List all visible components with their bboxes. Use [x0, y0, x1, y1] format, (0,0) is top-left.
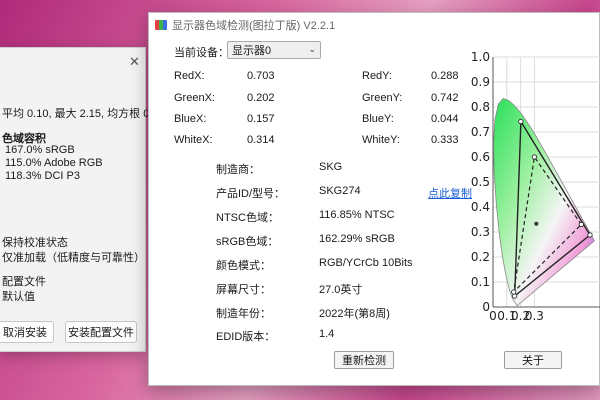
y-tick-label: 0.3 — [471, 225, 490, 239]
close-icon[interactable]: ✕ — [129, 54, 140, 70]
gamut-item-adobe: 115.0% Adobe RGB — [5, 157, 103, 169]
manufacturer-label: 制造商： — [216, 164, 260, 176]
red-y-value: 0.288 — [431, 70, 459, 82]
blue-x-label: BlueX: — [174, 113, 207, 125]
device-select-value: 显示器0 — [232, 45, 272, 57]
current-device-label: 当前设备： — [174, 47, 229, 59]
blue-y-label: BlueY: — [362, 113, 394, 125]
y-tick-label: 0.1 — [471, 275, 490, 289]
color-mode-label: 颜色模式： — [216, 260, 271, 272]
white-x-label: WhiteX: — [174, 134, 213, 146]
green-y-value: 0.742 — [431, 92, 459, 104]
srgb-label: sRGB色域： — [216, 236, 279, 248]
x-tick-label: 0.3 — [525, 309, 544, 323]
manufacture-year-value: 2022年(第8周) — [319, 308, 390, 320]
model-value: SKG274 — [319, 185, 361, 197]
copy-link[interactable]: 点此复制 — [428, 185, 472, 201]
y-tick-label: 0.9 — [471, 75, 490, 89]
cancel-install-button[interactable]: 取消安装 — [0, 321, 54, 343]
gamut-item-dcip3: 118.3% DCI P3 — [5, 170, 81, 182]
green-x-value: 0.202 — [247, 92, 275, 104]
red-x-value: 0.703 — [247, 70, 275, 82]
y-tick-label: 0.2 — [471, 250, 490, 264]
y-tick-label: 0.5 — [471, 175, 490, 189]
config-window: ✕ 平均 0.10, 最大 2.15, 均方根 0.31 色域容积 167.0%… — [0, 47, 165, 352]
y-tick-label: 1.0 — [471, 50, 490, 64]
color-mode-value: RGB/YCrCb 10Bits — [319, 257, 413, 269]
install-config-button[interactable]: 安装配置文件 — [65, 321, 137, 343]
gamut-vertex-point — [518, 118, 524, 125]
green-y-label: GreenY: — [362, 92, 403, 104]
blue-y-value: 0.044 — [431, 113, 459, 125]
y-tick-label: 0.7 — [471, 125, 490, 139]
stats-line: 平均 0.10, 最大 2.15, 均方根 0.31 — [2, 108, 165, 120]
green-x-label: GreenX: — [174, 92, 215, 104]
config-file-option[interactable]: 配置文件 — [2, 273, 46, 289]
spectral-locus — [493, 98, 595, 307]
y-tick-label: 0.6 — [471, 150, 490, 164]
gamut-item-srgb: 167.0% sRGB — [5, 144, 75, 156]
edid-version-label: EDID版本： — [216, 331, 276, 343]
gamut-vertex-point — [587, 232, 593, 238]
window-title: 显示器色域检测(图拉丁版) V2.2.1 — [172, 20, 336, 32]
x-tick-label: 0 — [489, 309, 497, 323]
white-point-marker — [534, 221, 539, 226]
ntsc-value: 116.85% NTSC — [319, 209, 395, 221]
chromaticity-chart-svg: 00.10.20.30.40.50.60.70.80.91.00 0.10.20.… — [471, 50, 600, 323]
manufacture-year-label: 制造年份： — [216, 308, 271, 320]
gamut-vertex-point — [511, 289, 517, 295]
chevron-down-icon: ⌄ — [308, 44, 316, 54]
chromaticity-chart: 0 0.1 0.2 0.3 0.4 0.5 0.6 0.7 0.8 0.9 1.0 0 0.1 0.2 0.… — [469, 49, 600, 323]
edid-version-value: 1.4 — [319, 328, 335, 340]
redetect-button[interactable]: 重新检测 — [334, 351, 394, 369]
srgb-value: 162.29% sRGB — [319, 233, 395, 245]
red-x-label: RedX: — [174, 70, 205, 82]
y-tick-label: 0.4 — [471, 200, 490, 214]
red-y-label: RedY: — [362, 70, 392, 82]
screen-size-value: 27.0英寸 — [319, 284, 363, 296]
gamut-vertex-point — [531, 154, 538, 160]
white-y-value: 0.333 — [431, 134, 459, 146]
app-icon — [155, 20, 167, 30]
about-button[interactable]: 关于 — [504, 351, 562, 369]
white-x-value: 0.314 — [247, 134, 275, 146]
device-select[interactable]: 显示器0 ⌄ — [227, 41, 321, 59]
gamut-detect-window: 显示器色域检测(图拉丁版) V2.2.1 当前设备： 显示器0 ⌄ RedX: … — [148, 12, 600, 386]
calibration-note[interactable]: 仅准加载（低精度与可靠性） — [2, 249, 145, 265]
screen-size-label: 屏幕尺寸： — [216, 284, 271, 296]
model-label: 产品ID/型号： — [216, 188, 286, 200]
default-value-option[interactable]: 默认值 — [2, 288, 35, 304]
blue-x-value: 0.157 — [247, 113, 275, 125]
title-bar[interactable]: 显示器色域检测(图拉丁版) V2.2.1 — [149, 13, 599, 37]
calibration-heading[interactable]: 保持校准状态 — [2, 234, 68, 250]
gamut-vertex-point — [578, 221, 584, 228]
manufacturer-value: SKG — [319, 161, 343, 173]
ntsc-label: NTSC色域： — [216, 212, 279, 224]
white-y-label: WhiteY: — [362, 134, 400, 146]
y-tick-label: 0.8 — [471, 100, 490, 114]
